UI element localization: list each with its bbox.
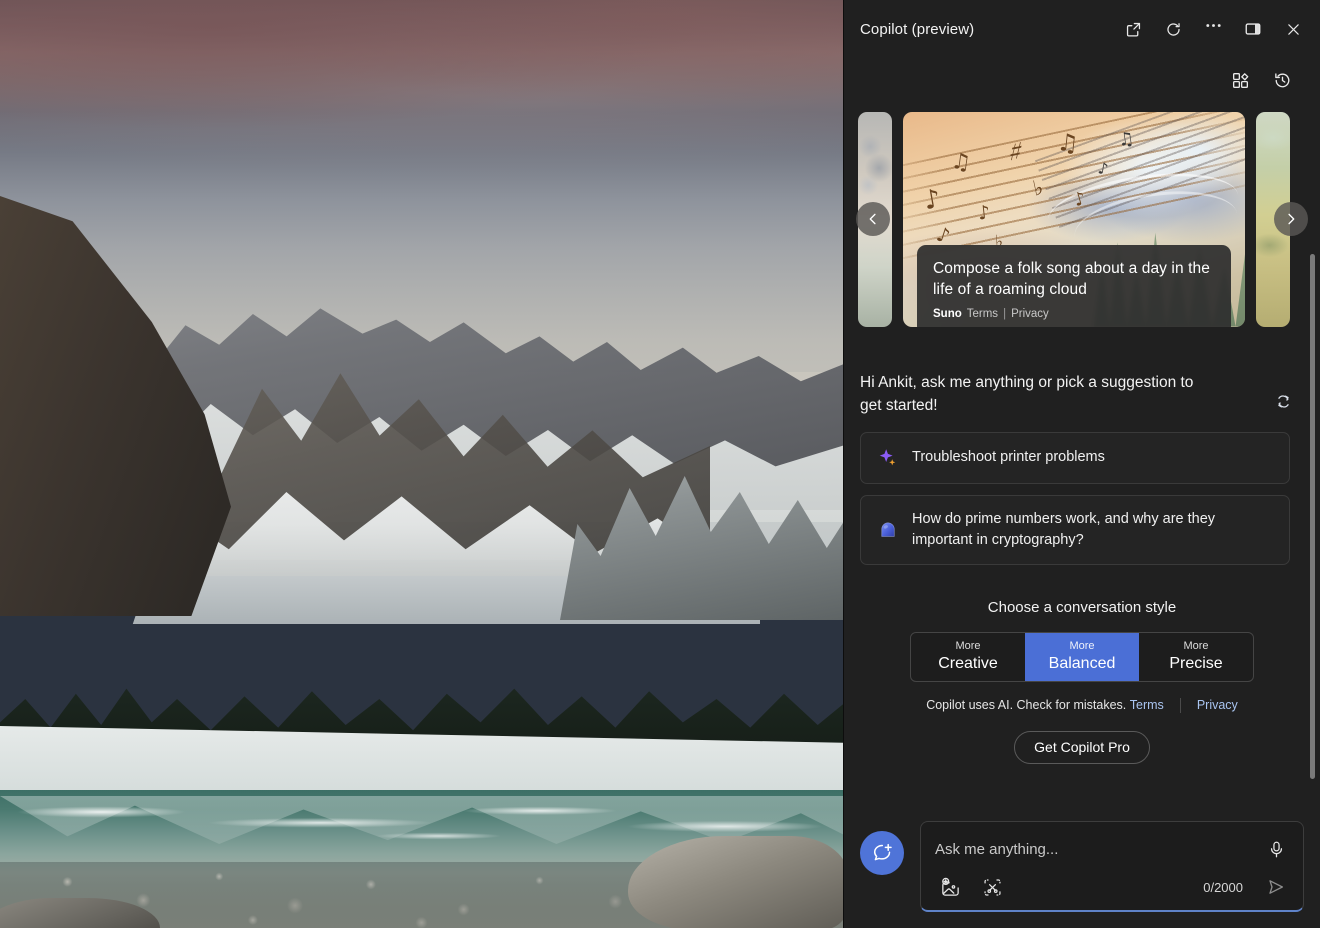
- open-in-new-window-button[interactable]: [1114, 12, 1152, 46]
- ask-input[interactable]: [935, 837, 1253, 862]
- style-option-balanced[interactable]: More Balanced: [1025, 633, 1139, 681]
- conversation-style-title: Choose a conversation style: [844, 599, 1320, 616]
- scrollbar-thumb[interactable]: [1310, 254, 1315, 779]
- ai-disclaimer-text: Copilot uses AI. Check for mistakes.: [926, 698, 1126, 712]
- refresh-suggestions-icon: [1274, 392, 1293, 411]
- style-option-lead: More: [1069, 639, 1094, 654]
- more-options-icon: [1204, 16, 1223, 35]
- style-option-label: Creative: [938, 654, 998, 674]
- sparkle-icon: [877, 447, 899, 469]
- panel-scroll-area[interactable]: ♪ ♫ ♪ ♯ ♭ ♫ ♪ ♪ ♭ ♪ ♫: [844, 102, 1320, 809]
- composer-tools-row: 0/2000: [935, 872, 1291, 902]
- microphone-button[interactable]: [1261, 834, 1291, 864]
- panel-title: Copilot (preview): [860, 21, 974, 38]
- add-image-icon: [940, 877, 961, 898]
- chevron-left-icon: [865, 211, 881, 227]
- carousel-card-terms-link[interactable]: Terms: [967, 308, 998, 320]
- desktop-wallpaper: [0, 0, 843, 928]
- composer-input-row: [935, 832, 1291, 866]
- style-option-label: Balanced: [1049, 654, 1116, 674]
- greeting-text: Hi Ankit, ask me anything or pick a sugg…: [860, 372, 1215, 418]
- carousel-card-meta: Suno Terms | Privacy: [933, 308, 1215, 320]
- open-external-icon: [1125, 21, 1142, 38]
- more-options-button[interactable]: [1194, 12, 1232, 46]
- split-pane-icon: [1244, 20, 1262, 38]
- microphone-icon: [1267, 840, 1286, 859]
- new-chat-icon: [870, 841, 894, 865]
- foreground-rock-right: [628, 836, 843, 928]
- disclaimer-privacy-link[interactable]: Privacy: [1197, 698, 1238, 712]
- music-note-icon: ♫: [1117, 128, 1136, 151]
- refresh-button[interactable]: [1154, 12, 1192, 46]
- screenshot-snip-icon: [982, 877, 1003, 898]
- refresh-suggestions-button[interactable]: [1268, 386, 1298, 416]
- suggestion-carousel: ♪ ♫ ♪ ♯ ♭ ♫ ♪ ♪ ♭ ♪ ♫: [844, 108, 1320, 330]
- suggestion-item-printer[interactable]: Troubleshoot printer problems: [860, 432, 1290, 484]
- character-counter: 0/2000: [1203, 880, 1243, 895]
- carousel-card-overlay: Compose a folk song about a day in the l…: [917, 245, 1231, 327]
- get-copilot-pro-button[interactable]: Get Copilot Pro: [1014, 731, 1150, 764]
- disclaimer-divider: [1180, 698, 1181, 713]
- chevron-right-icon: [1283, 211, 1299, 227]
- close-button[interactable]: [1274, 12, 1312, 46]
- screen: Copilot (preview): [0, 0, 1320, 928]
- panel-titlebar: Copilot (preview): [844, 0, 1320, 58]
- close-icon: [1285, 21, 1302, 38]
- panel-subheader: [844, 58, 1320, 102]
- composer-input-wrapper: 0/2000: [920, 821, 1304, 912]
- suggestion-item-label: Troubleshoot printer problems: [912, 447, 1105, 468]
- sphere-icon: [877, 519, 899, 541]
- plugins-button[interactable]: [1224, 65, 1256, 95]
- style-option-creative[interactable]: More Creative: [911, 633, 1025, 681]
- style-option-lead: More: [1183, 639, 1208, 654]
- conversation-style-toggle: More Creative More Balanced More Precise: [910, 632, 1254, 682]
- titlebar-actions: [1114, 12, 1312, 46]
- new-chat-button[interactable]: [860, 831, 904, 875]
- carousel-card-title: Compose a folk song about a day in the l…: [933, 258, 1215, 301]
- send-icon: [1266, 877, 1286, 897]
- style-option-precise[interactable]: More Precise: [1139, 633, 1253, 681]
- greeting-row: Hi Ankit, ask me anything or pick a sugg…: [844, 330, 1320, 418]
- music-note-icon: ♪: [977, 201, 991, 224]
- style-option-label: Precise: [1169, 654, 1222, 674]
- carousel-strip: ♪ ♫ ♪ ♯ ♭ ♫ ♪ ♪ ♭ ♪ ♫: [844, 108, 1320, 330]
- plugins-icon: [1231, 71, 1250, 90]
- send-button[interactable]: [1261, 872, 1291, 902]
- carousel-card-active[interactable]: ♪ ♫ ♪ ♯ ♭ ♫ ♪ ♪ ♭ ♪ ♫: [903, 112, 1245, 327]
- music-note-icon: ♫: [949, 149, 972, 177]
- carousel-card-meta-separator: |: [1003, 308, 1006, 320]
- suggestion-item-prime-numbers[interactable]: How do prime numbers work, and why are t…: [860, 495, 1290, 565]
- suggestion-item-label: How do prime numbers work, and why are t…: [912, 509, 1273, 551]
- style-option-lead: More: [955, 639, 980, 654]
- history-button[interactable]: [1266, 65, 1298, 95]
- history-icon: [1273, 71, 1292, 90]
- conversation-style-block: Choose a conversation style More Creativ…: [844, 565, 1320, 764]
- carousel-card-privacy-link[interactable]: Privacy: [1011, 308, 1049, 320]
- add-image-button[interactable]: [935, 872, 965, 902]
- message-composer: 0/2000: [844, 809, 1320, 928]
- suggestion-list: Troubleshoot printer problems: [844, 418, 1320, 565]
- ai-disclaimer: Copilot uses AI. Check for mistakes. Ter…: [844, 698, 1320, 713]
- toggle-pane-button[interactable]: [1234, 12, 1272, 46]
- disclaimer-terms-link[interactable]: Terms: [1130, 698, 1164, 712]
- music-note-icon: ♫: [1055, 128, 1079, 158]
- carousel-next-button[interactable]: [1274, 202, 1308, 236]
- carousel-prev-button[interactable]: [856, 202, 890, 236]
- carousel-card-brand: Suno: [933, 308, 962, 320]
- copilot-panel: Copilot (preview): [843, 0, 1320, 928]
- screenshot-button[interactable]: [977, 872, 1007, 902]
- refresh-icon: [1165, 21, 1182, 38]
